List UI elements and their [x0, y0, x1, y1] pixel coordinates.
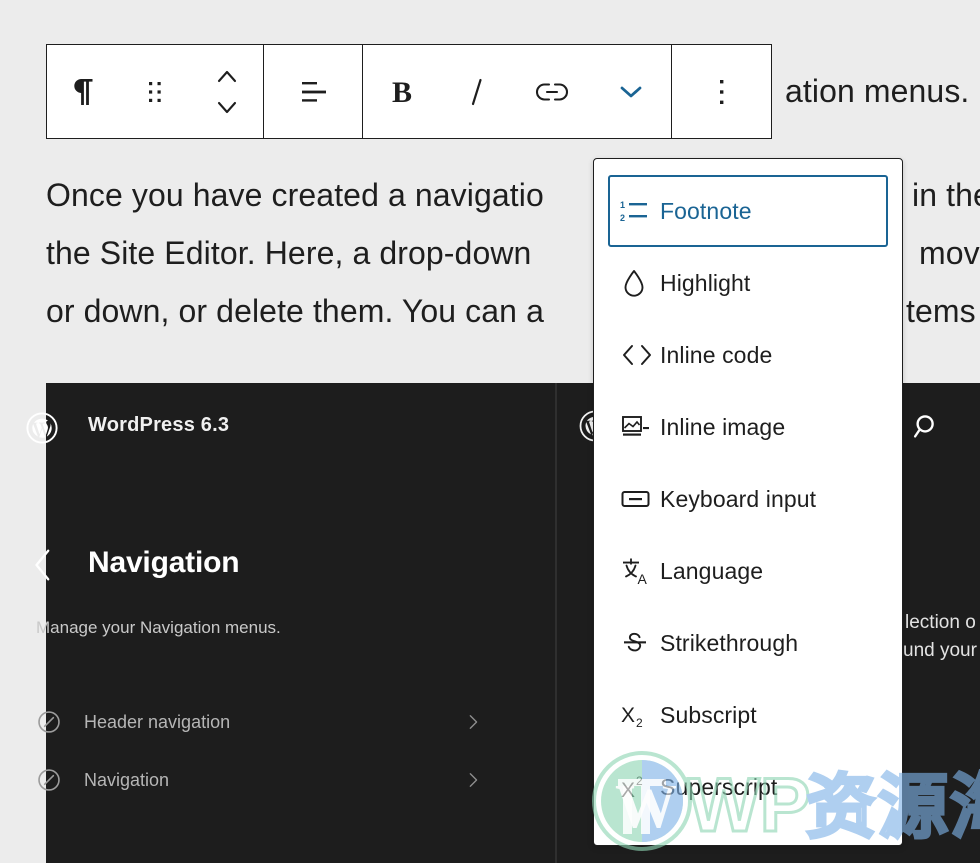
subscript-icon: X 2	[620, 700, 660, 730]
toolbar-group-format: B	[363, 45, 672, 138]
align-text-button[interactable]	[264, 45, 362, 138]
article-line-1: Once you have created a navigatio	[46, 177, 544, 213]
footnote-icon: 1 2	[620, 197, 660, 225]
article-right-fragment-3: tems	[906, 293, 976, 329]
svg-text:2: 2	[620, 213, 625, 223]
screenshot-divider	[555, 383, 557, 863]
menu-item-keyboard-input[interactable]: Keyboard input	[608, 463, 888, 535]
chevron-right-icon	[469, 715, 478, 729]
toolbar-group-block	[47, 45, 264, 138]
paragraph-icon	[74, 78, 93, 105]
bold-button[interactable]: B	[363, 45, 441, 138]
block-options-button[interactable]	[672, 45, 771, 138]
page-subtitle: Manage your Navigation menus.	[36, 618, 281, 637]
page-title: Navigation	[88, 546, 240, 579]
svg-text:2: 2	[636, 716, 643, 730]
menu-item-label: Footnote	[660, 197, 752, 224]
drag-handle-button[interactable]	[119, 45, 191, 138]
svg-text:A: A	[638, 571, 648, 586]
move-updown-button[interactable]	[191, 45, 263, 138]
language-icon: A	[620, 556, 660, 586]
wp-app-title: WordPress 6.3	[88, 414, 230, 436]
vertical-dots-icon	[719, 79, 723, 104]
menu-item-label: Strikethrough	[660, 629, 799, 656]
search-icon[interactable]	[912, 412, 942, 442]
menu-item-label: Superscript	[660, 773, 778, 800]
more-formatting-button[interactable]	[591, 45, 671, 138]
navigation-compass-icon	[38, 769, 60, 791]
navigation-compass-icon	[38, 711, 60, 733]
link-button[interactable]	[513, 45, 591, 138]
link-icon	[536, 82, 568, 101]
article-trailing-fragment: ation menus.	[785, 73, 970, 109]
sidebar-item-navigation[interactable]: Navigation	[36, 756, 481, 804]
rich-text-formats-dropdown: 1 2 Footnote Highlight Inline code Inlin…	[593, 158, 903, 846]
svg-text:2: 2	[636, 774, 643, 788]
screenshot-stage: ation menus. Once you have created a nav…	[0, 0, 980, 863]
svg-text:X: X	[621, 779, 635, 802]
menu-item-highlight[interactable]: Highlight	[608, 247, 888, 319]
menu-item-language[interactable]: A Language	[608, 535, 888, 607]
svg-text:X: X	[621, 704, 635, 727]
menu-item-label: Highlight	[660, 269, 751, 296]
toolbar-group-options	[672, 45, 771, 138]
wordpress-logo-icon	[26, 412, 58, 444]
chevron-right-icon	[469, 773, 478, 787]
inline-image-icon	[620, 413, 660, 441]
chevron-down-icon	[620, 86, 642, 97]
menu-item-inline-image[interactable]: Inline image	[608, 391, 888, 463]
block-toolbar: B	[46, 44, 772, 139]
svg-text:B: B	[392, 76, 412, 109]
article-right-fragment-1: in the	[912, 177, 980, 213]
article-right-fragment-2: mov	[919, 235, 980, 271]
menu-item-label: Inline image	[660, 413, 786, 440]
svg-text:1: 1	[620, 200, 625, 210]
sidebar-item-header-navigation[interactable]: Header navigation	[36, 698, 481, 746]
superscript-icon: X 2	[620, 772, 660, 802]
inline-code-icon	[620, 342, 660, 368]
menu-item-strikethrough[interactable]: Strikethrough	[608, 607, 888, 679]
sidebar-item-label: Header navigation	[84, 711, 231, 732]
paragraph-block-type-button[interactable]	[47, 45, 119, 138]
menu-item-label: Keyboard input	[660, 485, 817, 512]
menu-item-label: Language	[660, 557, 764, 584]
menu-item-subscript[interactable]: X 2 Subscript	[608, 679, 888, 751]
menu-item-footnote[interactable]: 1 2 Footnote	[608, 175, 888, 247]
menu-item-label: Inline code	[660, 341, 773, 368]
menu-item-inline-code[interactable]: Inline code	[608, 319, 888, 391]
chevron-up-down-icon	[217, 70, 237, 113]
keyboard-icon	[620, 487, 660, 511]
wp-right-fragment-2: und your	[903, 640, 977, 661]
menu-item-superscript[interactable]: X 2 Superscript	[608, 751, 888, 823]
wp-right-fragment-1: lection o	[905, 612, 976, 633]
article-line-2: the Site Editor. Here, a drop-down	[46, 235, 532, 271]
toolbar-group-align	[264, 45, 363, 138]
align-left-icon	[302, 81, 326, 102]
italic-button[interactable]	[441, 45, 513, 138]
strikethrough-icon	[620, 629, 660, 657]
italic-icon	[471, 78, 482, 105]
menu-item-label: Subscript	[660, 701, 757, 728]
article-line-3: or down, or delete them. You can a	[46, 293, 544, 329]
chevron-left-icon[interactable]	[30, 545, 56, 585]
bold-icon: B	[392, 76, 412, 109]
sidebar-item-label: Navigation	[84, 769, 170, 790]
drag-handle-icon	[149, 81, 161, 102]
highlight-drop-icon	[620, 268, 660, 298]
